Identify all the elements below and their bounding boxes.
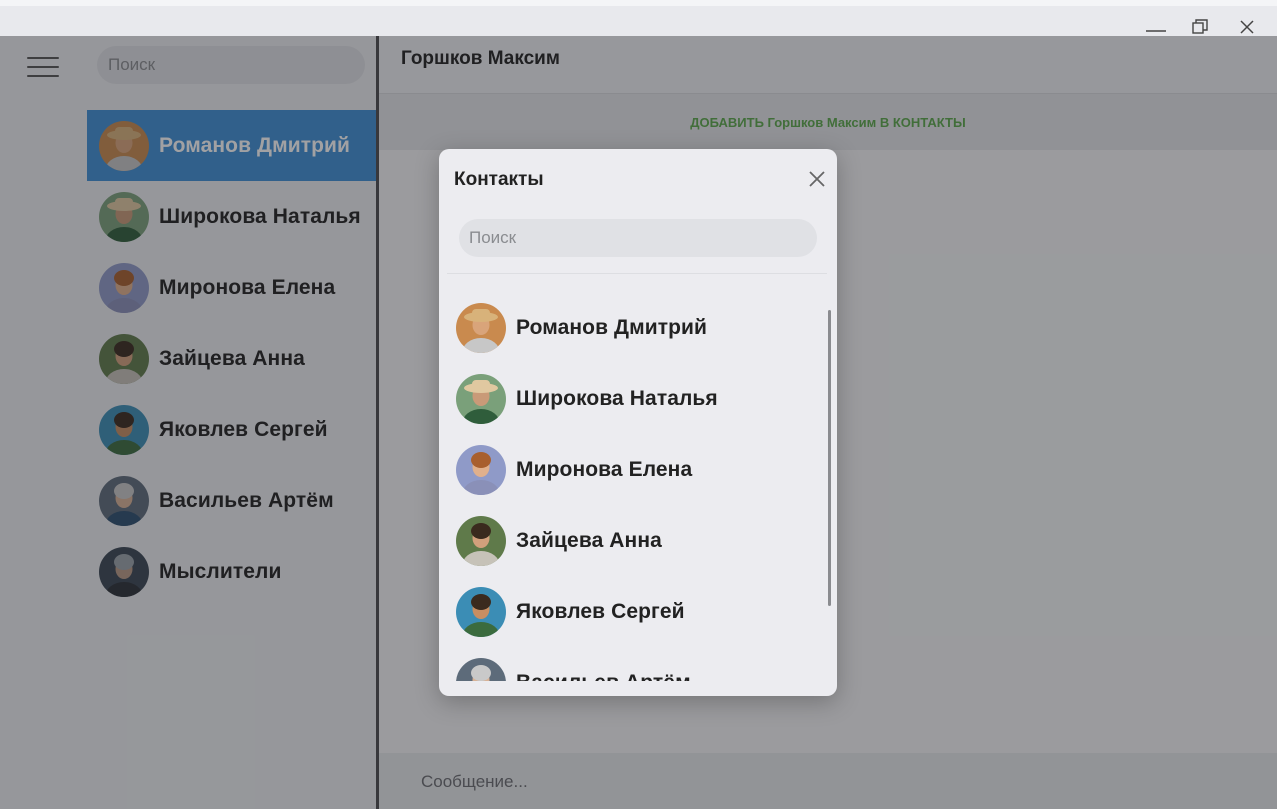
close-icon[interactable] [805, 167, 829, 191]
contacts-list: Романов Дмитрий Широкова Наталья Миронов… [439, 292, 824, 681]
contact-name: Васильев Артём [516, 671, 691, 682]
contacts-search-input[interactable]: Поиск [459, 219, 817, 257]
window-titlebar [0, 0, 1277, 36]
contact-list-item[interactable]: Яковлев Сергей [439, 576, 824, 647]
contact-name: Широкова Наталья [516, 386, 718, 410]
avatar [456, 444, 506, 495]
contacts-dialog: Контакты Поиск Романов Дмитрий Широкова … [439, 149, 837, 696]
dialog-divider [447, 273, 827, 274]
contacts-scrollbar[interactable] [828, 310, 831, 606]
contact-list-item[interactable]: Широкова Наталья [439, 363, 824, 434]
avatar [456, 586, 506, 637]
contact-name: Миронова Елена [516, 457, 693, 481]
avatar [456, 515, 506, 566]
contact-list-item[interactable]: Зайцева Анна [439, 505, 824, 576]
contact-name: Зайцева Анна [516, 528, 662, 552]
avatar [456, 302, 506, 353]
contact-list-item[interactable]: Васильев Артём [439, 647, 824, 681]
contact-list-item[interactable]: Миронова Елена [439, 434, 824, 505]
dialog-title: Контакты [454, 169, 544, 190]
avatar [456, 373, 506, 424]
contact-list-item[interactable]: Романов Дмитрий [439, 292, 824, 363]
avatar [456, 657, 506, 681]
contact-name: Яковлев Сергей [516, 599, 685, 623]
contact-name: Романов Дмитрий [516, 315, 708, 339]
